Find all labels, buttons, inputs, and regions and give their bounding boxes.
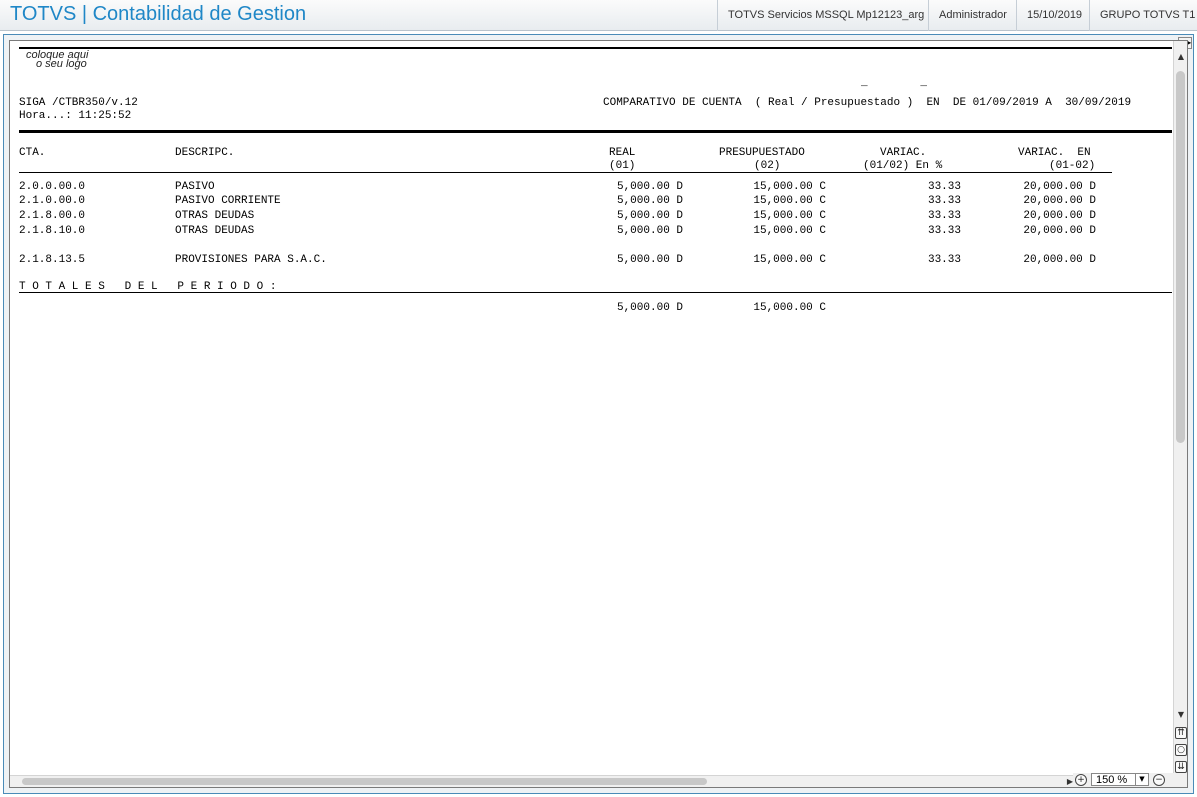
- logo-placeholder: coloque aqui o seu logo: [26, 49, 89, 70]
- status-date: 15/10/2019: [1016, 0, 1089, 31]
- header-dash-marks: _ _: [861, 77, 928, 89]
- totals-real: 5,000.00 D: [616, 302, 683, 314]
- circle-icon: ○: [1177, 745, 1185, 755]
- zoom-in-button[interactable]: +: [1075, 774, 1087, 786]
- col-header-cta: CTA.: [19, 147, 46, 159]
- arrow-bottom-icon: ⇊: [1177, 762, 1185, 772]
- zoom-in-icon: +: [1077, 775, 1085, 785]
- page-last-button[interactable]: ⇊: [1175, 761, 1187, 773]
- col-header-desc: DESCRIPC.: [175, 147, 235, 159]
- totals-rule: [19, 292, 1172, 293]
- report-page-area: coloque aqui o seu logo _ _ SIGA /CTBR35…: [9, 40, 1188, 788]
- col-header-presup: PRESUPUESTADO: [719, 147, 805, 159]
- zoom-out-icon: −: [1155, 775, 1163, 785]
- col-header-real: REAL: [609, 147, 636, 159]
- page-first-button[interactable]: ⇈: [1175, 727, 1187, 739]
- report-heading: COMPARATIVO DE CUENTA ( Real / Presupues…: [603, 97, 1132, 109]
- status-server: TOTVS Servicios MSSQL Mp12123_arg: [717, 0, 928, 31]
- chevron-down-icon[interactable]: ▼: [1135, 774, 1148, 785]
- col-header-variac-pct: VARIAC.: [880, 147, 927, 159]
- zoom-value: 150 %: [1096, 774, 1128, 786]
- report-time: Hora...: 11:25:52: [19, 110, 132, 122]
- status-user: Administrador: [928, 0, 1016, 31]
- horizontal-scroll-thumb[interactable]: [22, 778, 707, 785]
- zoom-controls: + 150 % ▼ −: [1073, 773, 1187, 787]
- zoom-out-button[interactable]: −: [1153, 774, 1165, 786]
- column-header-rule: [19, 172, 1112, 173]
- horizontal-scrollbar[interactable]: ▶: [10, 775, 1076, 787]
- totals-presup: 15,000.00 C: [753, 302, 826, 314]
- col-header-variac-en: VARIAC. EN: [1018, 147, 1091, 159]
- arrow-up-icon[interactable]: ▲: [1175, 51, 1187, 63]
- zoom-select[interactable]: 150 % ▼: [1091, 773, 1149, 786]
- status-group: GRUPO TOTVS T1 / T: [1089, 0, 1197, 31]
- report-content: coloque aqui o seu logo _ _ SIGA /CTBR35…: [10, 41, 1172, 779]
- page-top-rule: [19, 47, 1172, 49]
- page-center-button[interactable]: ○: [1175, 744, 1187, 756]
- header-rule: [19, 130, 1172, 133]
- title-bar: TOTVS | Contabilidad de Gestion TOTVS Se…: [0, 0, 1197, 31]
- app-title: TOTVS | Contabilidad de Gestion: [10, 3, 307, 25]
- report-viewer-frame: ▶▶ coloque aqui o seu logo _ _ SIGA /CTB…: [3, 34, 1194, 794]
- program-id: SIGA /CTBR350/v.12: [19, 97, 138, 109]
- arrow-top-icon: ⇈: [1177, 728, 1185, 738]
- vertical-scrollbar[interactable]: ▲ ▼ ⇈ ○ ⇊: [1173, 41, 1187, 779]
- vertical-scroll-thumb[interactable]: [1176, 71, 1185, 443]
- arrow-down-icon[interactable]: ▼: [1175, 709, 1187, 721]
